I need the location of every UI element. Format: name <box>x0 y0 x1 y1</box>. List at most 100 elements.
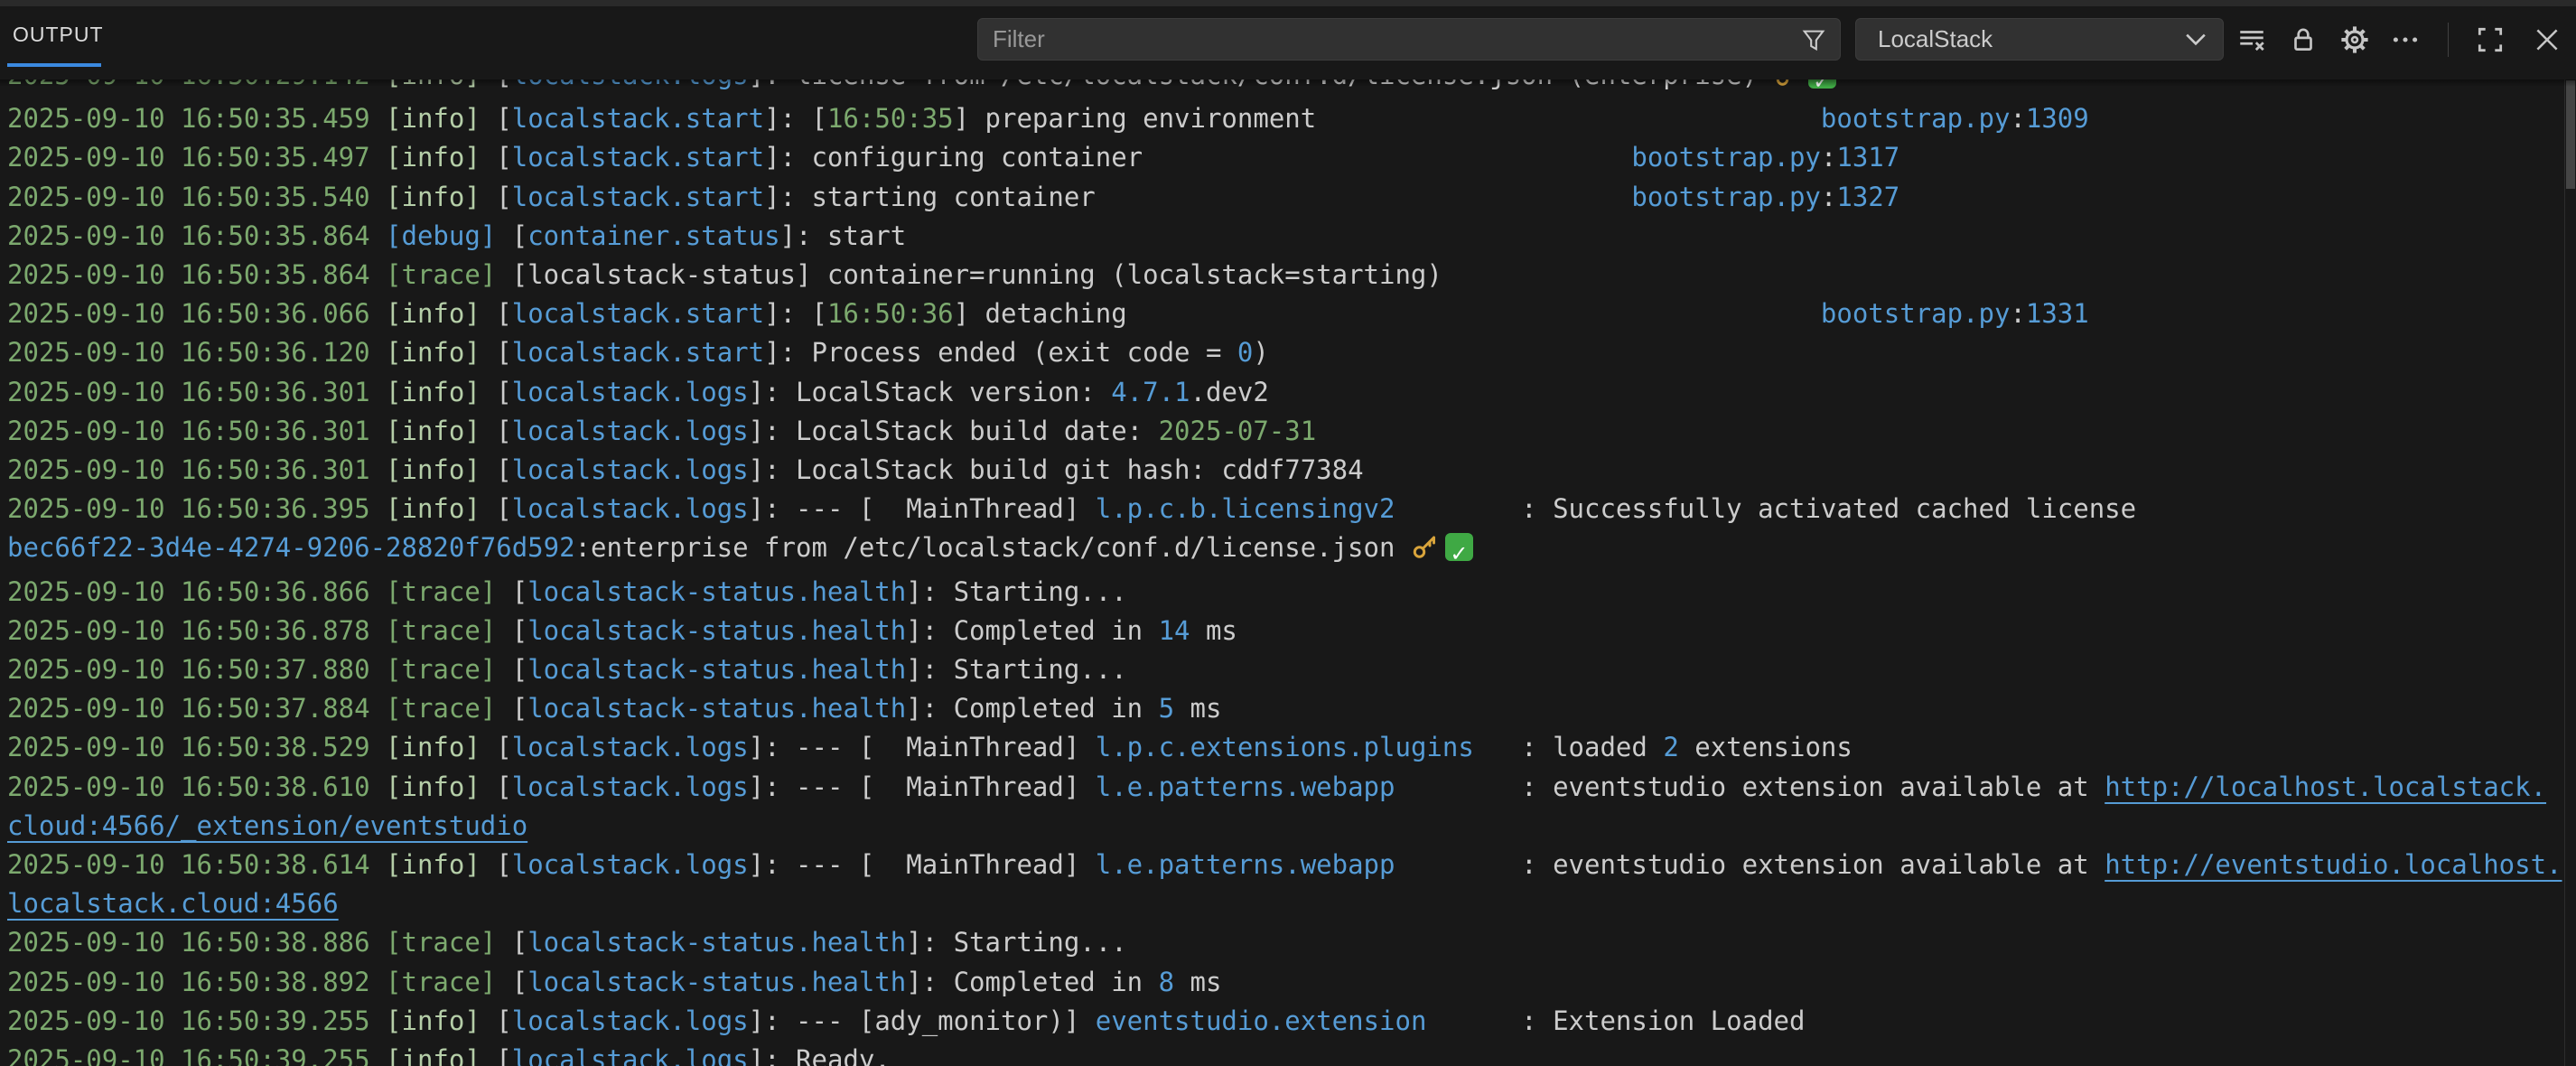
log-level-tag: [info] <box>386 1044 481 1066</box>
filter-box <box>977 18 1841 61</box>
spacing <box>1143 142 1631 173</box>
log-row: 2025-09-10 16:50:39.255 [info] [localsta… <box>7 1041 2576 1066</box>
log-level-tag: [info] <box>386 79 481 90</box>
spacing <box>1395 493 1521 524</box>
log-text: localstack.logs <box>512 377 749 407</box>
source-file-link[interactable]: bootstrap.py <box>1631 142 1821 173</box>
log-row: 2025-09-10 16:50:36.878 [trace] [localst… <box>7 612 2576 650</box>
log-timestamp: 2025-09-10 16:50:38.892 <box>7 967 370 997</box>
log-text: localstack.logs <box>512 493 749 524</box>
log-text: [ <box>481 849 512 880</box>
log-text: [ <box>481 142 512 173</box>
log-text: l.p.c.extensions.plugins <box>1096 732 1474 762</box>
log-text: localstack.start <box>512 337 764 368</box>
log-text: localstack.logs <box>512 1044 749 1066</box>
log-level-tag: [trace] <box>386 927 496 958</box>
log-level-tag: [info] <box>386 377 481 407</box>
log-text: localstack-status.health <box>527 693 906 724</box>
log-text <box>370 220 386 251</box>
log-level-tag: [info] <box>386 732 481 762</box>
log-text <box>370 771 386 802</box>
clear-output-button[interactable] <box>2232 22 2272 58</box>
scrollbar-track <box>2564 79 2565 1066</box>
log-link[interactable]: cloud:4566/_extension/eventstudio <box>7 810 527 841</box>
log-row: 2025-09-10 16:50:36.395 [info] [localsta… <box>7 490 2576 528</box>
log-timestamp: 2025-09-10 16:50:35.459 <box>7 103 370 134</box>
log-text <box>370 576 386 607</box>
log-text: [ <box>481 337 512 368</box>
log-text: 14 <box>1159 615 1190 646</box>
log-row: 2025-09-10 16:50:38.610 [info] [localsta… <box>7 768 2576 807</box>
log-text: localstack.logs <box>512 416 749 446</box>
log-row: bec66f22-3d4e-4274-9206-28820f76d592:ent… <box>7 528 2576 572</box>
log-level-tag: [info] <box>386 454 481 485</box>
log-text <box>370 849 386 880</box>
spacing <box>1316 103 1821 134</box>
log-text <box>370 182 386 212</box>
log-timestamp: 2025-09-10 16:50:38.610 <box>7 771 370 802</box>
log-text: localstack-status.health <box>527 576 906 607</box>
scroll-lock-button[interactable] <box>2283 22 2323 58</box>
filter-icon[interactable] <box>1800 26 1827 53</box>
maximize-panel-icon <box>2475 24 2506 55</box>
output-tab-label: OUTPUT <box>13 23 104 46</box>
tab-output[interactable]: OUTPUT <box>13 23 104 47</box>
maximize-panel-button[interactable] <box>2470 22 2510 58</box>
log-link[interactable]: localstack.cloud:4566 <box>7 888 339 919</box>
log-level-tag: [trace] <box>386 259 496 290</box>
log-text: [ <box>496 693 527 724</box>
source-file-link[interactable]: bootstrap.py <box>1821 298 2011 329</box>
log-text: ]: --- [ MainThread] <box>749 771 1096 802</box>
log-text: ]: Completed in <box>906 967 1158 997</box>
source-file-link[interactable]: bootstrap.py <box>1631 182 1821 212</box>
log-text <box>370 259 386 290</box>
log-text: 2025-07-31 <box>1159 416 1317 446</box>
scroll-lock-icon <box>2288 24 2319 55</box>
log-link[interactable]: http://eventstudio.localhost. <box>2105 849 2562 880</box>
more-actions-button[interactable] <box>2385 22 2425 58</box>
log-timestamp: 2025-09-10 16:50:38.529 <box>7 732 370 762</box>
log-row: 2025-09-10 16:50:29.142 [info] [localsta… <box>7 79 2576 99</box>
log-text <box>370 693 386 724</box>
spacing <box>1127 298 1821 329</box>
log-text: localstack.start <box>512 182 764 212</box>
log-text: localstack.start <box>512 103 764 134</box>
close-panel-button[interactable] <box>2527 22 2567 58</box>
log-row: 2025-09-10 16:50:35.864 [trace] [localst… <box>7 256 2576 295</box>
log-row: 2025-09-10 16:50:37.884 [trace] [localst… <box>7 689 2576 728</box>
log-text: localstack.logs <box>512 454 749 485</box>
log-timestamp: 2025-09-10 16:50:35.864 <box>7 259 370 290</box>
source-file-link[interactable]: 1309 <box>2026 103 2089 134</box>
log-timestamp: 2025-09-10 16:50:36.866 <box>7 576 370 607</box>
output-channel-dropdown[interactable]: LocalStack <box>1855 18 2224 61</box>
log-row: 2025-09-10 16:50:36.301 [info] [localsta… <box>7 412 2576 451</box>
log-timestamp: 2025-09-10 16:50:36.120 <box>7 337 370 368</box>
log-level-tag: [info] <box>386 771 481 802</box>
log-text: ]: Process ended (exit code = <box>764 337 1237 368</box>
log-level-tag: [trace] <box>386 615 496 646</box>
log-row: 2025-09-10 16:50:37.880 [trace] [localst… <box>7 650 2576 689</box>
log-text: [ <box>481 1005 512 1036</box>
log-timestamp: 2025-09-10 16:50:36.066 <box>7 298 370 329</box>
source-file-link[interactable]: 1331 <box>2026 298 2089 329</box>
log-row: 2025-09-10 16:50:38.529 [info] [localsta… <box>7 728 2576 767</box>
log-text: [ <box>481 298 512 329</box>
log-timestamp: 2025-09-10 16:50:35.497 <box>7 142 370 173</box>
output-channel-value: LocalStack <box>1856 25 2185 53</box>
scrollbar-thumb[interactable] <box>2566 80 2575 189</box>
output-panel: { "colors": { "background": "#181818", "… <box>0 0 2576 1066</box>
log-text <box>370 454 386 485</box>
log-link[interactable]: http://localhost.localstack. <box>2105 771 2546 802</box>
log-text: 5 <box>1159 693 1174 724</box>
source-file-link[interactable]: 1317 <box>1836 142 1899 173</box>
log-text: ]: --- [ MainThread] <box>749 493 1096 524</box>
source-file-link[interactable]: 1327 <box>1836 182 1899 212</box>
log-timestamp: 2025-09-10 16:50:37.880 <box>7 654 370 685</box>
log-output[interactable]: 2025-09-10 16:50:29.142 [info] [localsta… <box>0 79 2576 1066</box>
source-file-link[interactable]: bootstrap.py <box>1821 103 2011 134</box>
log-timestamp: 2025-09-10 16:50:36.395 <box>7 493 370 524</box>
filter-input[interactable] <box>978 19 1840 60</box>
output-settings-button[interactable] <box>2335 22 2375 58</box>
log-text: ]: --- [ady_monitor)] <box>749 1005 1096 1036</box>
log-text: 16:50:35 <box>827 103 954 134</box>
